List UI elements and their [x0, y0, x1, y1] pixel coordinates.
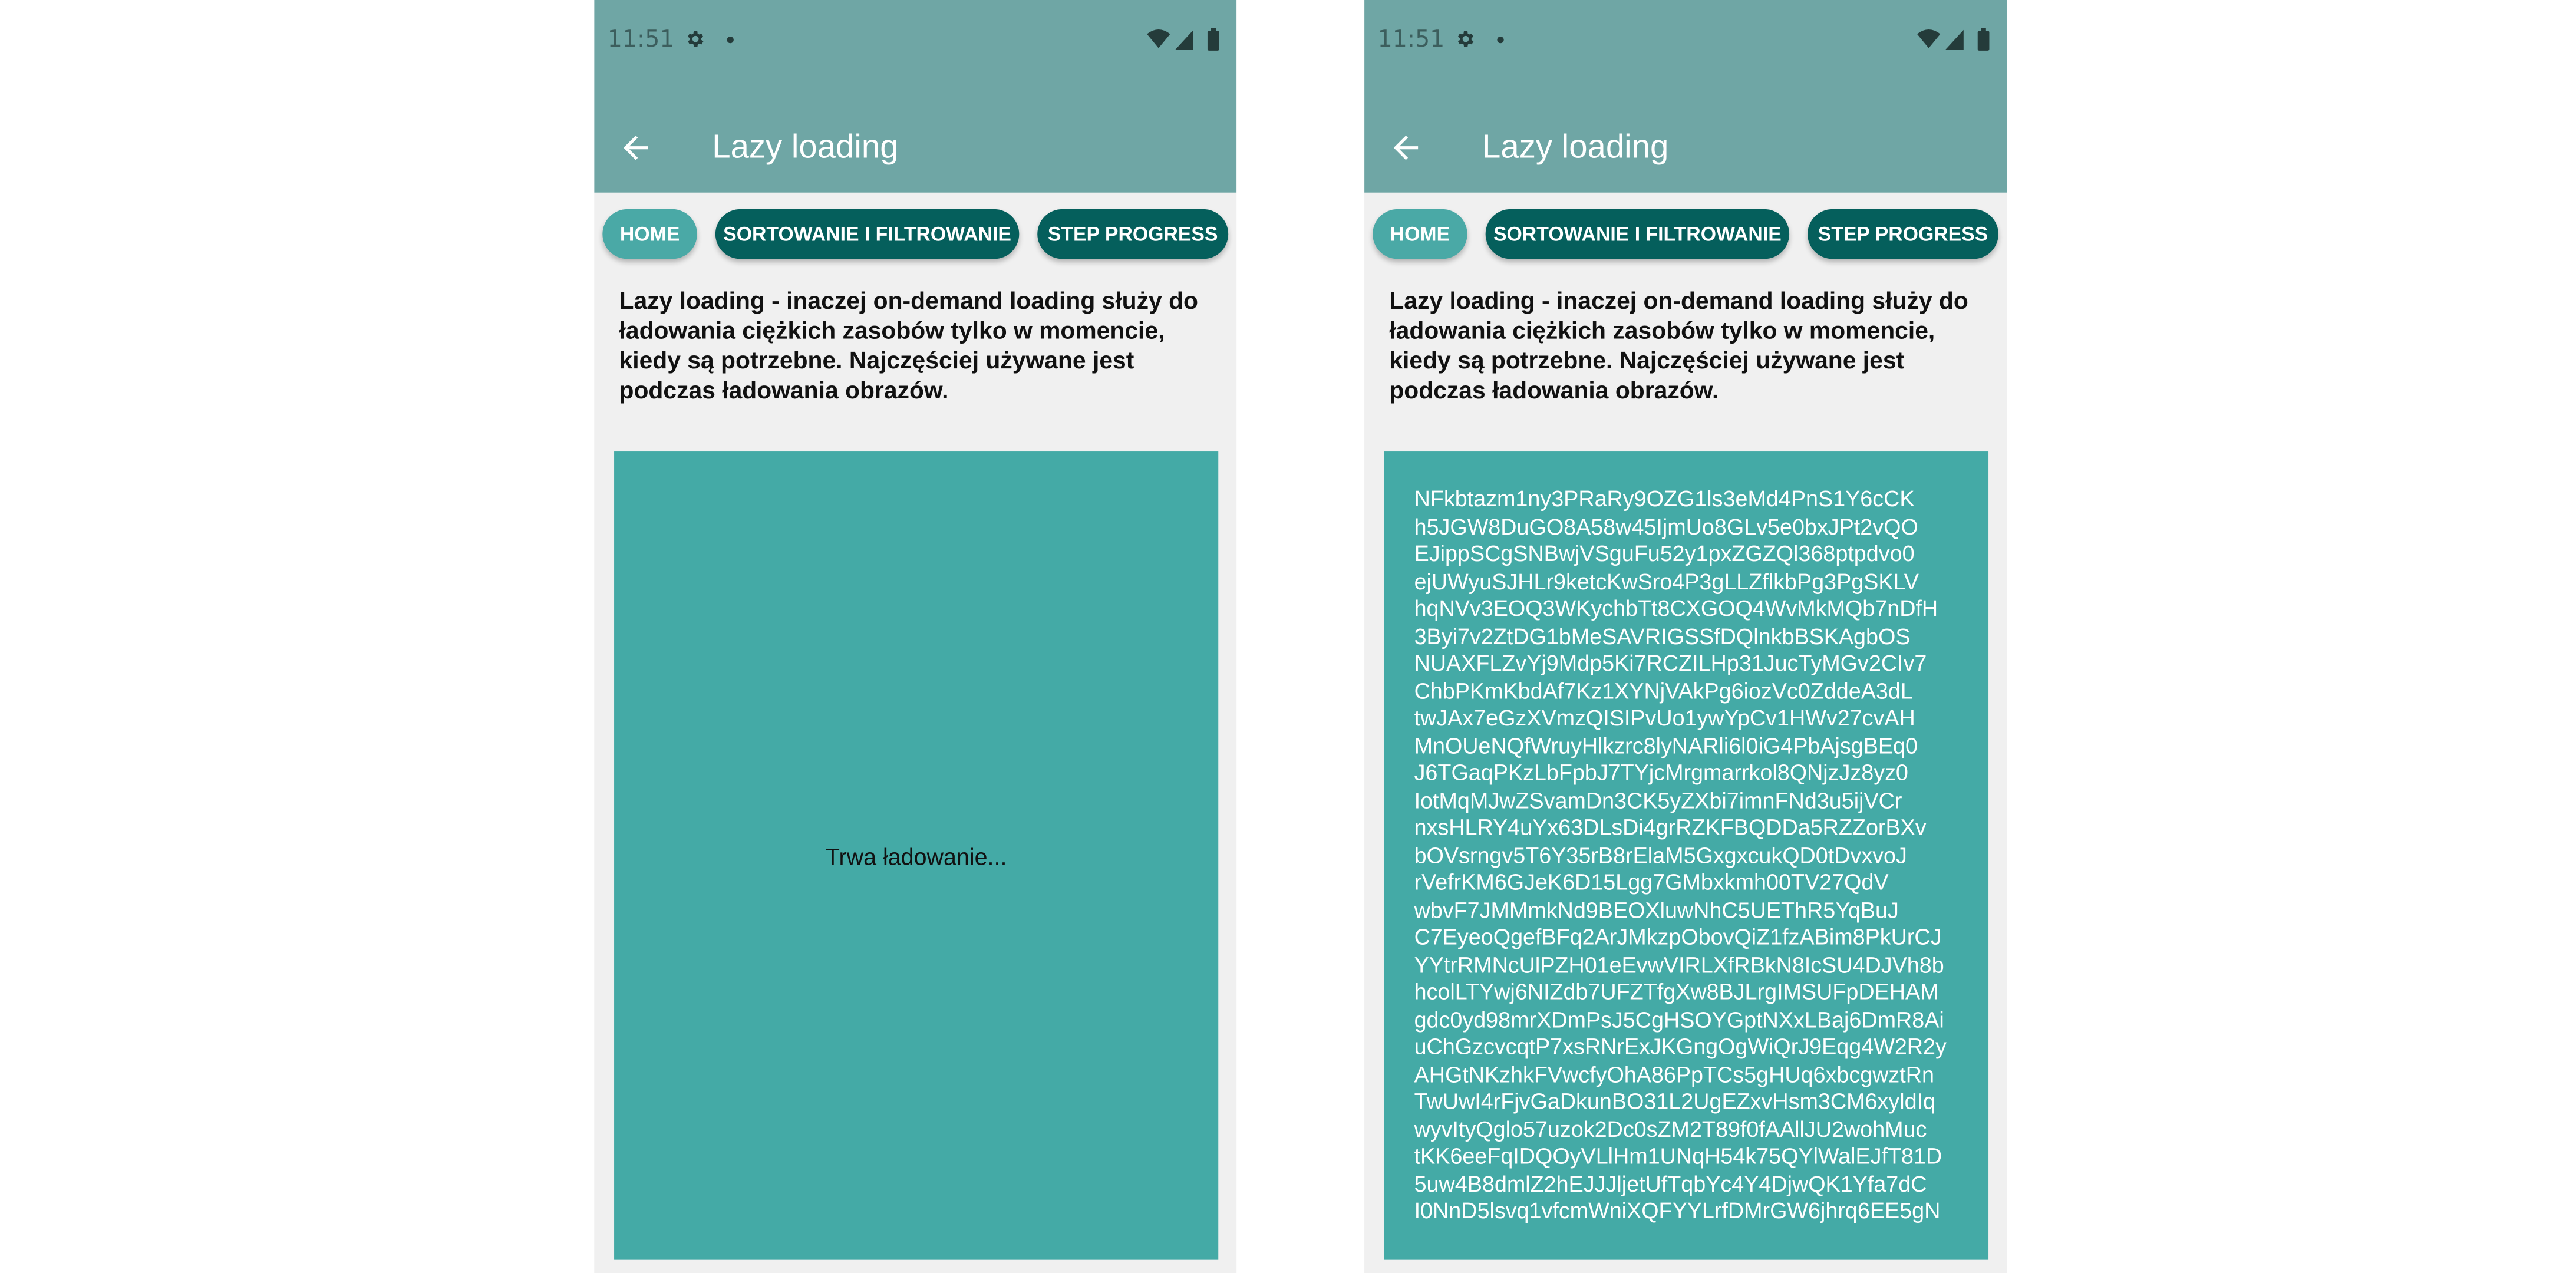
- description-text: Lazy loading - inaczej on-demand loading…: [1389, 289, 1968, 405]
- chip-group: HOME SORTOWANIE I FILTROWANIE STEP PROGR…: [594, 209, 1236, 262]
- content-line: uChGzcvcqtP7xsRNrExJKGngOgWiQrJ9Eqg4W2R2…: [1414, 1034, 1947, 1059]
- wifi-icon: [1917, 29, 1941, 48]
- gear-icon: [1457, 31, 1474, 47]
- arrow-back-icon[interactable]: [1388, 130, 1424, 166]
- content-line: ChbPKmKbdAf7Kz1XYNjVAkPg6iozVc0ZddeA3dL: [1414, 678, 1913, 703]
- content-line: TwUwI4rFjvGaDkunBO31L2UgEZxvHsm3CM6xyldI…: [1414, 1089, 1936, 1114]
- chip-step-progress[interactable]: STEP PROGRESS: [1037, 209, 1229, 259]
- status-time: 11:51: [607, 27, 675, 54]
- content-line: hcolLTYwj6NIZdb7UFZTfgXw8BJLrgIMSUFpDEHA…: [1414, 979, 1939, 1004]
- content-line: wyvItyQglo57uzok2Dc0sZM2T89f0fAAllJU2woh…: [1414, 1116, 1927, 1142]
- phone-screen-loaded: 11:51 Lazy loading HOME SORTOWANIE I FIL…: [1364, 0, 2007, 1273]
- content-line: 3Byi7v2ZtDG1bMeSAVRIGSSfDQlnkbBSKAgbOS: [1414, 623, 1911, 648]
- lazy-content-box: Trwa ładowanie...: [614, 451, 1219, 1260]
- chip-group: HOME SORTOWANIE I FILTROWANIE STEP PROGR…: [1364, 209, 2007, 262]
- content-line: wbvF7JMMmkNd9BEOXluwNhC5UEThR5YqBuJ: [1414, 897, 1899, 922]
- notification-dot-icon: [1497, 36, 1504, 44]
- app-bar: Lazy loading: [1364, 80, 2007, 193]
- content-line: EJippSCgSNBwjVSguFu52y1pxZGZQl368ptpdvo0: [1414, 541, 1915, 566]
- content-line: rVefrKM6GJeK6D15Lgg7GMbxkmh00TV27QdV: [1414, 869, 1889, 895]
- gear-icon: [688, 31, 704, 47]
- description-text: Lazy loading - inaczej on-demand loading…: [619, 289, 1199, 405]
- loading-text: Trwa ładowanie...: [825, 843, 1007, 870]
- content-line: hqNVv3EOQ3WKychbTt8CXGOQ4WvMkMQb7nDfH: [1414, 596, 1938, 621]
- content-line: h5JGW8DuGO8A58w45IjmUo8GLv5e0bxJPt2vQO: [1414, 513, 1918, 539]
- content-line: YYtrRMNcUlPZH01eEvwVIRLXfRBkN8IcSU4DJVh8…: [1414, 952, 1944, 977]
- content-line: 5uw4B8dmlZ2hEJJJljetUfTqbYc4Y4DjwQK1Yfa7…: [1414, 1170, 1927, 1196]
- chip-home[interactable]: HOME: [602, 209, 697, 259]
- page-title: Lazy loading: [712, 129, 899, 166]
- lazy-content-box: NFkbtazm1ny3PRaRy9OZG1ls3eMd4PnS1Y6cCK h…: [1384, 451, 1989, 1260]
- status-bar: 11:51: [594, 0, 1237, 80]
- content-line: nxsHLRY4uYx63DLsDi4grRZKFBQDDa5RZZorBXv: [1414, 814, 1927, 840]
- content-line: AHGtNKzhkFVwcfyOhA86PpTCs5gHUq6xbcgwztRn: [1414, 1061, 1934, 1087]
- loaded-content-text: NFkbtazm1ny3PRaRy9OZG1ls3eMd4PnS1Y6cCK h…: [1414, 486, 1962, 1226]
- chip-home[interactable]: HOME: [1373, 209, 1467, 259]
- status-icons: [1147, 28, 1219, 51]
- chip-sorting-filtering[interactable]: SORTOWANIE I FILTROWANIE: [1485, 209, 1790, 259]
- content-line: ejUWyuSJHLr9ketcKwSro4P3gLLZflkbPg3PgSKL…: [1414, 568, 1919, 593]
- phone-screen-loading: 11:51 Lazy loading HOME SORTOWANIE I FIL…: [594, 0, 1237, 1273]
- signal-icon: [1175, 29, 1193, 50]
- content-line: twJAx7eGzXVmzQISIPvUo1ywYpCv1HWv27cvAH: [1414, 705, 1915, 731]
- chip-sorting-filtering[interactable]: SORTOWANIE I FILTROWANIE: [715, 209, 1020, 259]
- content-line: NUAXFLZvYj9Mdp5Ki7RCZILHp31JucTyMGv2CIv7: [1414, 651, 1927, 676]
- content-line: I0NnD5lsvq1vfcmWniXQFYYLrfDMrGW6jhrq6EE5…: [1414, 1198, 1941, 1223]
- app-bar: Lazy loading: [594, 80, 1237, 193]
- content-line: C7EyeoQgefBFq2ArJMkzpObovQiZ1fzABim8PkUr…: [1414, 924, 1942, 949]
- wifi-icon: [1147, 29, 1170, 48]
- chip-step-progress[interactable]: STEP PROGRESS: [1808, 209, 1998, 259]
- status-icons: [1917, 28, 1990, 51]
- battery-icon: [1977, 28, 1990, 51]
- content-line: tKK6eeFqIDQOyVLlHm1UNqH54k75QYlWalEJfT81…: [1414, 1143, 1942, 1169]
- content-line: MnOUeNQfWruyHlkzrc8lyNARli6l0iG4PbAjsgBE…: [1414, 733, 1918, 758]
- arrow-back-icon[interactable]: [618, 130, 654, 166]
- content-line: gdc0yd98mrXDmPsJ5CgHSOYGptNXxLBaj6DmR8Ai: [1414, 1007, 1944, 1032]
- signal-icon: [1945, 29, 1964, 50]
- content-line: IotMqMJwZSvamDn3CK5yZXbi7imnFNd3u5ijVCr: [1414, 787, 1902, 813]
- battery-icon: [1207, 28, 1219, 51]
- notification-dot-icon: [727, 36, 734, 44]
- content-line: J6TGaqPKzLbFpbJ7TYjcMrgmarrkol8QNjzJz8yz…: [1414, 760, 1908, 786]
- screenshot-canvas: 11:51 Lazy loading HOME SORTOWANIE I FIL…: [0, 0, 2576, 1273]
- content-line: NFkbtazm1ny3PRaRy9OZG1ls3eMd4PnS1Y6cCK: [1414, 486, 1915, 512]
- status-time: 11:51: [1377, 27, 1445, 54]
- content-line: bOVsrngv5T6Y35rB8rElaM5GxgxcukQD0tDvxvoJ: [1414, 842, 1907, 868]
- page-title: Lazy loading: [1482, 129, 1669, 166]
- status-bar: 11:51: [1364, 0, 2007, 80]
